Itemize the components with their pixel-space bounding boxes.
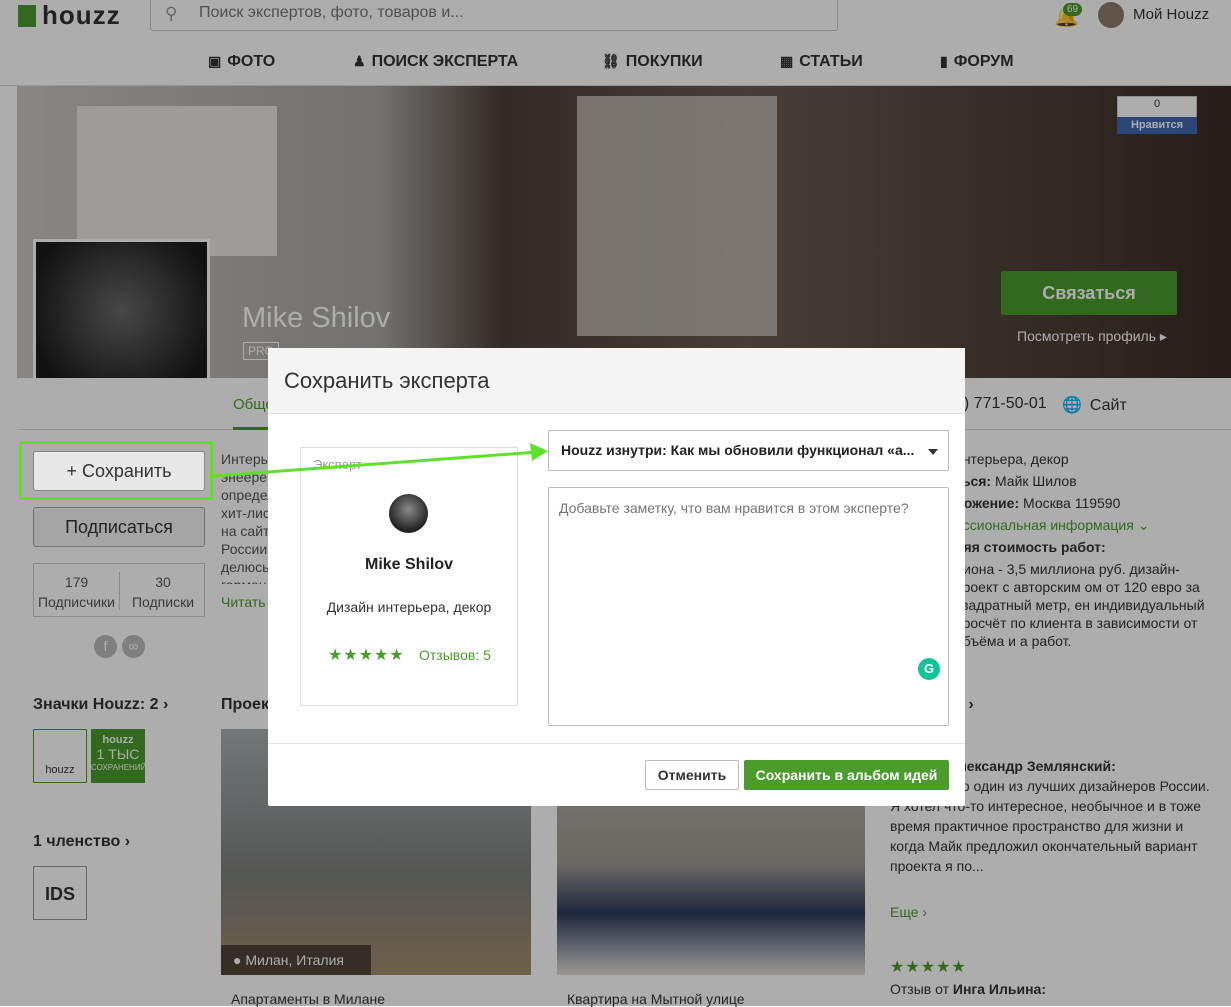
expert-avatar	[389, 494, 428, 533]
grammarly-icon[interactable]: G	[918, 658, 940, 680]
expert-name: Mike Shilov	[364, 556, 454, 573]
dialog-footer-divider	[268, 743, 965, 744]
expert-card	[300, 447, 518, 706]
expert-card-label: Эксперт	[313, 457, 362, 472]
dialog-title: Сохранить эксперта	[284, 368, 490, 393]
expert-review-count[interactable]: Отзывов: 5	[419, 647, 491, 663]
save-to-ideabook-button[interactable]: Сохранить в альбом идей	[744, 760, 949, 790]
note-textarea[interactable]	[548, 487, 949, 726]
cancel-button[interactable]: Отменить	[645, 760, 739, 790]
expert-role: Дизайн интерьера, декор	[326, 599, 492, 615]
annotation-highlight-box	[19, 441, 213, 500]
expert-rating-stars: ★★★★★	[328, 647, 405, 664]
album-select-value[interactable]: Houzz изнутри: Как мы обновили функциона…	[561, 442, 921, 458]
chevron-down-icon[interactable]	[928, 449, 938, 455]
